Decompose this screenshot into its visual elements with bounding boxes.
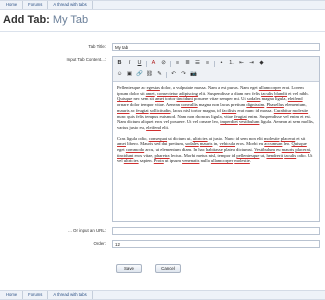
toolbar-separator — [170, 60, 171, 67]
breadcrumb-bottom: Home Forums A thread with tabs — [0, 290, 325, 300]
breadcrumb-home[interactable]: Home — [2, 1, 24, 9]
camera-icon[interactable]: 📷 — [190, 71, 197, 78]
align-center-icon[interactable]: ≣ — [184, 60, 191, 67]
editor-paragraph-2: Cras ligula odio, consequat ut dictum ut… — [117, 135, 313, 164]
breadcrumb-forums[interactable]: Forums — [24, 1, 49, 9]
source-icon[interactable]: ◆ — [258, 60, 265, 67]
italic-icon[interactable]: I — [126, 60, 133, 67]
editor-content[interactable]: Pellentesque ac egestas dolor, a vulputa… — [117, 85, 315, 169]
align-justify-icon[interactable]: ≡ — [204, 60, 211, 67]
align-right-icon[interactable]: ☰ — [194, 60, 201, 67]
toolbar-separator — [146, 60, 147, 67]
breadcrumb-top: Home Forums A thread with tabs — [0, 0, 325, 10]
undo-icon[interactable]: ↶ — [170, 71, 177, 78]
text-color-icon[interactable]: A — [150, 60, 157, 67]
editor-toolbar: B I U A ⊘ ≡ ≣ ☰ ≡ • 1. ⇤ ⇥ ◆ ☺ ▣ 🔗 ⛓ ✎ ↶ — [113, 57, 319, 82]
page-title-tab-name: My Tab — [52, 14, 89, 26]
outdent-icon[interactable]: ⇤ — [238, 60, 245, 67]
link-icon[interactable]: 🔗 — [136, 71, 143, 78]
toolbar-separator — [214, 60, 215, 67]
order-field[interactable] — [112, 240, 320, 248]
redo-icon[interactable]: ↷ — [180, 71, 187, 78]
underline-icon[interactable]: U — [136, 60, 143, 67]
numbered-list-icon[interactable]: 1. — [228, 60, 235, 67]
page-title-prefix: Add Tab: — [3, 14, 50, 26]
url-label: ... Or input an URL: — [68, 228, 106, 233]
align-left-icon[interactable]: ≡ — [174, 60, 181, 67]
bullet-list-icon[interactable]: • — [218, 60, 225, 67]
tab-content-label: Input Tab Content...: — [66, 57, 106, 62]
breadcrumb-forums[interactable]: Forums — [24, 291, 49, 299]
rich-text-editor[interactable]: B I U A ⊘ ≡ ≣ ☰ ≡ • 1. ⇤ ⇥ ◆ ☺ ▣ 🔗 ⛓ ✎ ↶ — [112, 56, 320, 222]
url-field[interactable] — [112, 227, 320, 235]
tab-title-label: Tab Title: — [88, 44, 106, 49]
breadcrumb-thread[interactable]: A thread with tabs — [49, 291, 93, 299]
remove-format-icon[interactable]: ⊘ — [160, 60, 167, 67]
toolbar-separator — [166, 71, 167, 78]
page-title: Add Tab: My Tab — [3, 14, 88, 26]
editor-paragraph-1: Pellentesque ac egestas dolor, a vulputa… — [117, 85, 314, 130]
edit-icon[interactable]: ✎ — [156, 71, 163, 78]
tab-title-field[interactable] — [112, 43, 320, 51]
cancel-button[interactable]: Cancel — [155, 264, 181, 273]
indent-icon[interactable]: ⇥ — [248, 60, 255, 67]
save-button[interactable]: Save — [116, 264, 142, 273]
unlink-icon[interactable]: ⛓ — [146, 71, 153, 78]
order-label: Order: — [93, 241, 106, 246]
smilie-icon[interactable]: ☺ — [116, 71, 123, 78]
divider — [0, 31, 325, 32]
breadcrumb-thread[interactable]: A thread with tabs — [49, 1, 93, 9]
image-icon[interactable]: ▣ — [126, 71, 133, 78]
bold-icon[interactable]: B — [116, 60, 123, 67]
breadcrumb-home[interactable]: Home — [2, 291, 24, 299]
